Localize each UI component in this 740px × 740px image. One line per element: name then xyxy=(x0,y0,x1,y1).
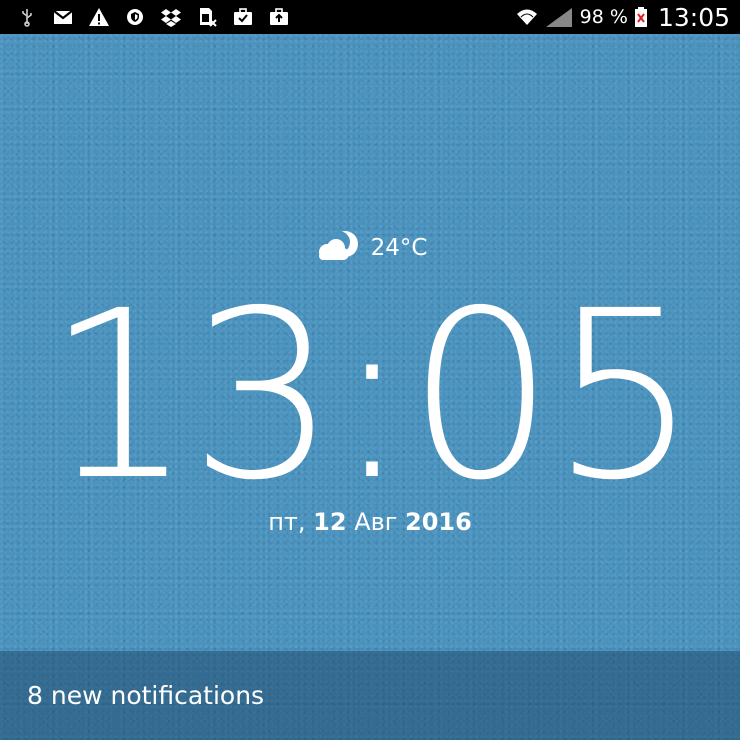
status-bar-clock: 13:05 xyxy=(657,2,730,32)
date-weekday: пт, xyxy=(268,508,306,536)
battery-percent: 98 % xyxy=(579,6,628,28)
shield-icon xyxy=(124,6,146,28)
status-bar: 98 % 13:05 xyxy=(0,0,740,34)
dropbox-icon xyxy=(160,6,182,28)
briefcase-upload-icon xyxy=(268,6,290,28)
signal-icon xyxy=(544,6,574,28)
date-month: Авг xyxy=(354,508,398,536)
notifications-bar[interactable]: 8 new notifications xyxy=(0,651,740,740)
status-bar-notification-icons xyxy=(0,6,290,28)
usb-icon xyxy=(16,6,38,28)
date-year: 2016 xyxy=(405,508,472,536)
warning-icon xyxy=(88,6,110,28)
notifications-count-label: 8 new notifications xyxy=(27,681,265,710)
temperature: 24°C xyxy=(370,235,428,261)
date-day: 12 xyxy=(313,508,347,536)
lockscreen-clock: 13:05 xyxy=(45,261,699,531)
battery-icon xyxy=(634,6,648,28)
status-bar-system-icons: 98 % 13:05 xyxy=(516,3,740,32)
sim-error-icon xyxy=(196,6,218,28)
wifi-icon xyxy=(516,6,538,28)
clipboard-check-icon xyxy=(232,6,254,28)
lockscreen-date: пт, 12 Авг 2016 xyxy=(0,508,740,536)
gmail-icon xyxy=(52,6,74,28)
